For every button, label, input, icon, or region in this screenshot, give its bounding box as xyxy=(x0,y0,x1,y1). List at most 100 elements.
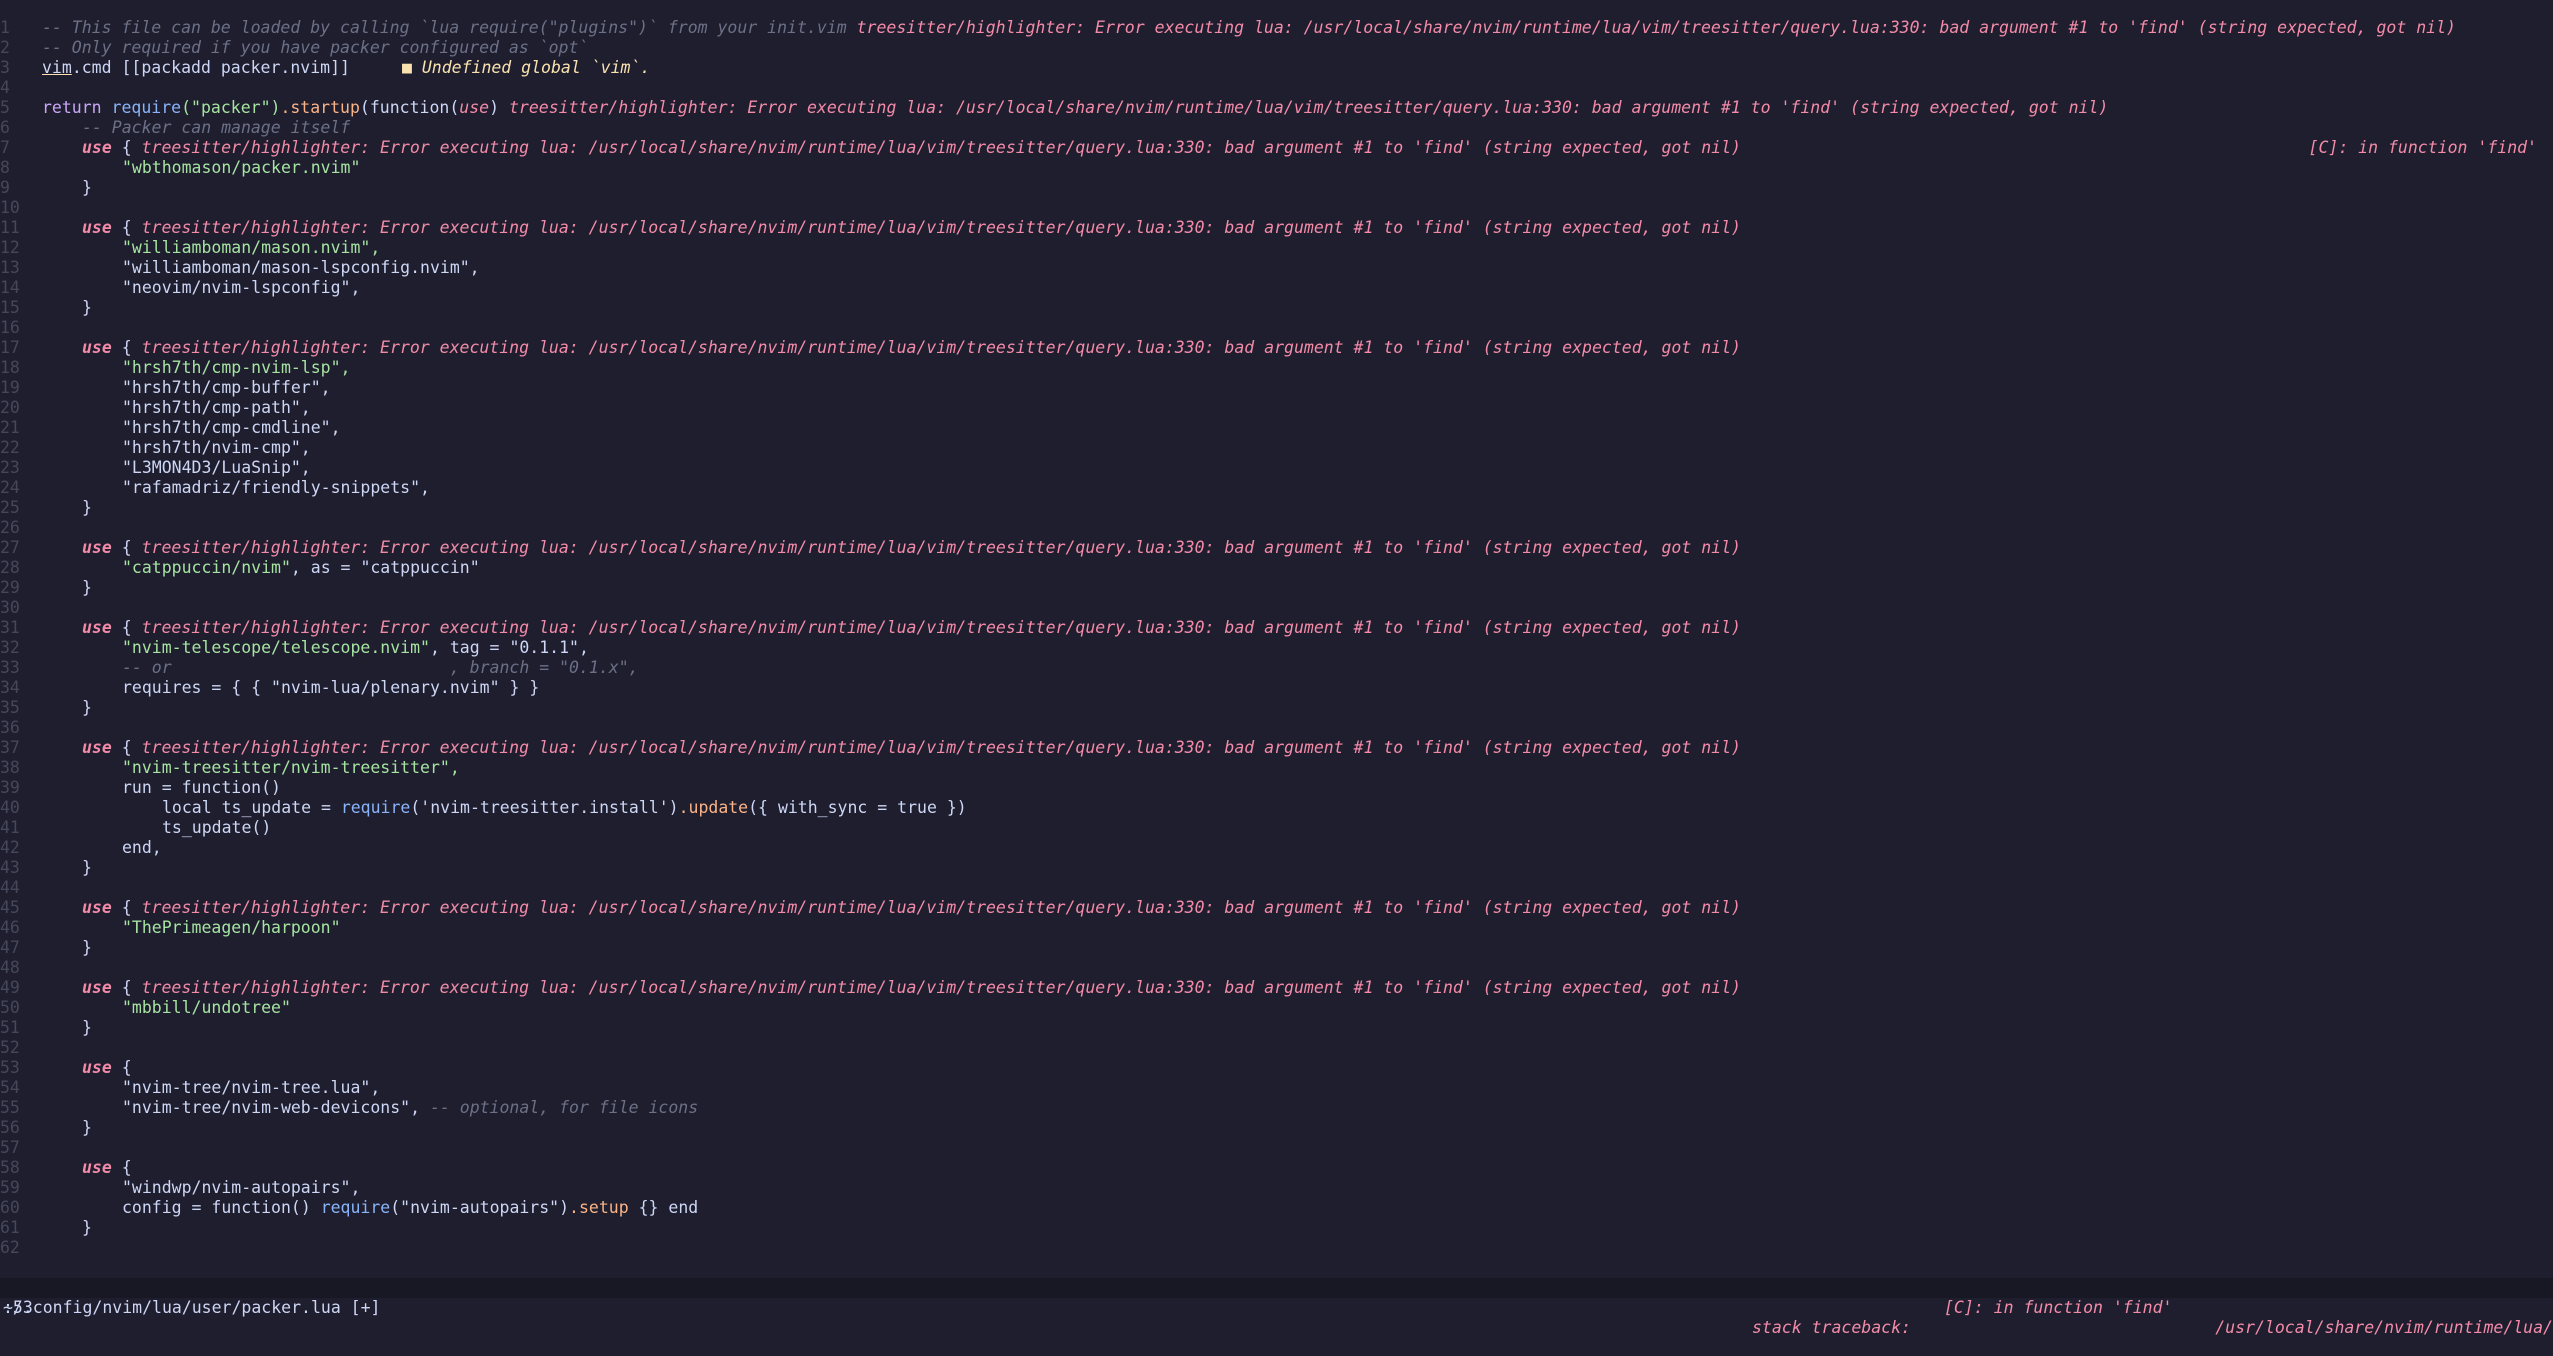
error-right: [C]: in function 'find' xyxy=(2308,138,2537,157)
code-line[interactable]: 2 -- Only required if you have packer con… xyxy=(0,38,2553,58)
command-text[interactable]: :53 xyxy=(3,1298,33,1318)
line-number: 4 xyxy=(0,78,10,97)
code-text: local ts_update = xyxy=(162,798,341,817)
code-line[interactable]: 47} xyxy=(0,938,2553,958)
diagnostic-warning: ■ Undefined global `vim`. xyxy=(401,58,651,77)
code-text: = function() xyxy=(181,1198,321,1217)
plugin-string: "hrsh7th/cmp-path", xyxy=(122,398,311,417)
code-line[interactable]: 42 end, xyxy=(0,838,2553,858)
code-line[interactable]: 38 "nvim-treesitter/nvim-treesitter", xyxy=(0,758,2553,778)
line-number: 30 xyxy=(0,598,20,617)
code-line[interactable]: 51} xyxy=(0,1018,2553,1038)
code-line[interactable]: 22 "hrsh7th/nvim-cmp", xyxy=(0,438,2553,458)
code-line[interactable]: 54 "nvim-tree/nvim-tree.lua", xyxy=(0,1078,2553,1098)
code-line[interactable]: 21 "hrsh7th/cmp-cmdline", xyxy=(0,418,2553,438)
code-line[interactable]: 20 "hrsh7th/cmp-path", xyxy=(0,398,2553,418)
code-line[interactable]: 3 vim.cmd [[packadd packer.nvim]] ■ Undefi… xyxy=(0,58,2553,78)
field-requires: requires xyxy=(122,678,202,697)
code-line[interactable]: 62 xyxy=(0,1238,2553,1258)
code-line[interactable]: 9} xyxy=(0,178,2553,198)
code-line[interactable]: 30 xyxy=(0,598,2553,618)
code-line[interactable]: 28 "catppuccin/nvim", as = "catppuccin" xyxy=(0,558,2553,578)
code-line[interactable]: 34 requires = { { "nvim-lua/plenary.nvim"… xyxy=(0,678,2553,698)
brace: { xyxy=(111,898,132,917)
line-number: 10 xyxy=(0,198,20,217)
code-line[interactable]: 18 "hrsh7th/cmp-nvim-lsp", xyxy=(0,358,2553,378)
code-line[interactable]: 29} xyxy=(0,578,2553,598)
line-number: 58 xyxy=(0,1158,20,1177)
code-line[interactable]: 56} xyxy=(0,1118,2553,1138)
code-line[interactable]: 59 "windwp/nvim-autopairs", xyxy=(0,1178,2553,1198)
code-line[interactable]: 15} xyxy=(0,298,2553,318)
code-line[interactable]: 32 "nvim-telescope/telescope.nvim", tag =… xyxy=(0,638,2553,658)
code-line[interactable]: 48 xyxy=(0,958,2553,978)
brace: { xyxy=(111,1158,132,1177)
code-line[interactable]: 60 config = function() require("nvim-auto… xyxy=(0,1198,2553,1218)
plugin-string: "hrsh7th/cmp-nvim-lsp", xyxy=(122,358,351,377)
command-line[interactable]: :53 [C]: in function 'find' /usr/local/s… xyxy=(0,1298,2553,1356)
brace: { xyxy=(111,618,132,637)
require-function: require xyxy=(340,798,411,817)
code-line[interactable]: 58 use { xyxy=(0,1158,2553,1178)
code-line[interactable]: 52 xyxy=(0,1038,2553,1058)
code-line[interactable]: 49 use { treesitter/highlighter: Error ex… xyxy=(0,978,2553,998)
use-keyword: use xyxy=(82,618,112,637)
code-line[interactable]: 53 use { xyxy=(0,1058,2553,1078)
use-keyword: use xyxy=(82,538,112,557)
code-line[interactable]: 36 xyxy=(0,718,2553,738)
use-keyword: use xyxy=(82,138,112,157)
code-line[interactable]: 43} xyxy=(0,858,2553,878)
code-line[interactable]: 4 xyxy=(0,78,2553,98)
code-line[interactable]: 12 "williamboman/mason.nvim", xyxy=(0,238,2553,258)
code-line[interactable]: 27 use { treesitter/highlighter: Error ex… xyxy=(0,538,2553,558)
code-line[interactable]: 5 return require("packer").startup(functi… xyxy=(0,98,2553,118)
line-number: 24 xyxy=(0,478,20,497)
code-line[interactable]: 31 use { treesitter/highlighter: Error ex… xyxy=(0,618,2553,638)
editor-buffer[interactable]: 1 -- This file can be loaded by calling `… xyxy=(0,18,2553,1258)
string: ('nvim-treesitter.install') xyxy=(410,798,679,817)
plugin-string: "windwp/nvim-autopairs", xyxy=(122,1178,361,1197)
code-line[interactable]: 33 -- or , branch = "0.1.x", xyxy=(0,658,2553,678)
plugin-string: "nvim-tree/nvim-tree.lua", xyxy=(122,1078,381,1097)
code-line[interactable]: 11 use { treesitter/highlighter: Error ex… xyxy=(0,218,2553,238)
comment: -- This file can be loaded by calling `l… xyxy=(42,18,847,37)
plugin-string: "nvim-telescope/telescope.nvim" xyxy=(122,638,430,657)
code-line[interactable]: 61} xyxy=(0,1218,2553,1238)
use-keyword: use xyxy=(82,978,112,997)
code-line[interactable]: 37 use { treesitter/highlighter: Error ex… xyxy=(0,738,2553,758)
code-line[interactable]: 55 "nvim-tree/nvim-web-devicons", -- opti… xyxy=(0,1098,2553,1118)
code-line[interactable]: 45 use { treesitter/highlighter: Error ex… xyxy=(0,898,2553,918)
code-line[interactable]: 13 "williamboman/mason-lspconfig.nvim", xyxy=(0,258,2553,278)
code-line[interactable]: 40 local ts_update = require('nvim-treesi… xyxy=(0,798,2553,818)
code-line[interactable]: 46 "ThePrimeagen/harpoon" xyxy=(0,918,2553,938)
code-line[interactable]: 8 "wbthomason/packer.nvim" xyxy=(0,158,2553,178)
code-line[interactable]: 6 -- Packer can manage itself xyxy=(0,118,2553,138)
line-number: 23 xyxy=(0,458,20,477)
line-number: 57 xyxy=(0,1138,20,1157)
line-number: 14 xyxy=(0,278,20,297)
code-line[interactable]: 23 "L3MON4D3/LuaSnip", xyxy=(0,458,2553,478)
line-number: 34 xyxy=(0,678,20,697)
code-line[interactable]: 41 ts_update() xyxy=(0,818,2553,838)
code-line[interactable]: 25} xyxy=(0,498,2553,518)
code-line[interactable]: 26 xyxy=(0,518,2553,538)
error-virtual-text: treesitter/highlighter: Error executing … xyxy=(141,738,1741,757)
code-line[interactable]: 39 run = function() xyxy=(0,778,2553,798)
code-line[interactable]: 7 use { treesitter/highlighter: Error exe… xyxy=(0,138,2553,158)
plugin-string: "rafamadriz/friendly-snippets", xyxy=(122,478,430,497)
code-line[interactable]: 1 -- This file can be loaded by calling `… xyxy=(0,18,2553,38)
code-line[interactable]: 17 use { treesitter/highlighter: Error ex… xyxy=(0,338,2553,358)
code-line[interactable]: 44 xyxy=(0,878,2553,898)
traceback-message: [C]: in function 'find' xyxy=(1944,1298,2173,1317)
code-line[interactable]: 19 "hrsh7th/cmp-buffer", xyxy=(0,378,2553,398)
code-line[interactable]: 16 xyxy=(0,318,2553,338)
code-line[interactable]: 14 "neovim/nvim-lspconfig", xyxy=(0,278,2553,298)
line-number: 62 xyxy=(0,1238,20,1257)
code-line[interactable]: 35} xyxy=(0,698,2553,718)
code-line[interactable]: 57 xyxy=(0,1138,2553,1158)
brace: } xyxy=(82,298,92,317)
code-line[interactable]: 24 "rafamadriz/friendly-snippets", xyxy=(0,478,2553,498)
brace: { xyxy=(111,138,132,157)
code-line[interactable]: 50 "mbbill/undotree" xyxy=(0,998,2553,1018)
code-line[interactable]: 10 xyxy=(0,198,2553,218)
